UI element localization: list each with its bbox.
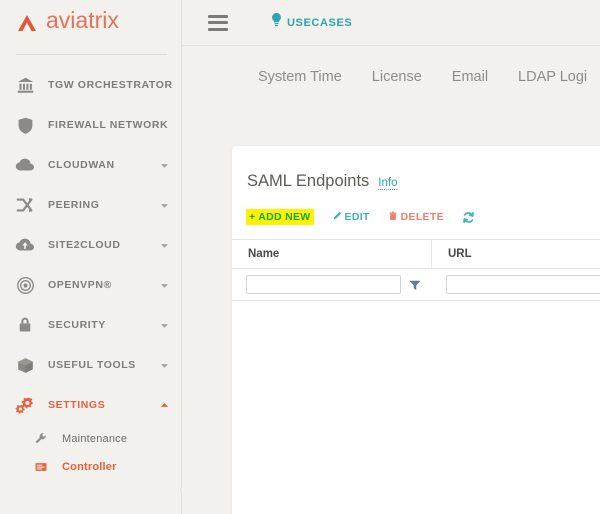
app-root: aviatrix TGW ORCHESTRATOR [0, 0, 600, 514]
trash-icon [388, 211, 398, 224]
box-icon [14, 354, 36, 376]
funnel-icon[interactable] [409, 279, 421, 291]
sidebar-subitem-label: Maintenance [62, 433, 127, 445]
sidebar-item-peering[interactable]: PEERING [0, 185, 181, 225]
table-body [232, 301, 600, 491]
sidebar-item-label: SECURITY [48, 319, 147, 331]
brand-wordmark: aviatrix [46, 8, 164, 39]
shield-icon [14, 114, 36, 136]
target-icon [14, 274, 36, 296]
column-header-url[interactable]: URL [432, 239, 600, 269]
usecases-label: USECASES [287, 17, 352, 29]
filter-cell-url [432, 275, 600, 294]
tab-license[interactable]: License [372, 69, 422, 85]
aviatrix-caret-logo-icon [14, 12, 40, 34]
wrench-icon [32, 430, 50, 448]
sidebar-item-firewall-network[interactable]: FIREWALL NETWORK [0, 105, 181, 145]
sidebar-item-security[interactable]: SECURITY [0, 305, 181, 345]
delete-button-label: DELETE [401, 211, 444, 223]
sidebar-item-tgw-orchestrator[interactable]: TGW ORCHESTRATOR [0, 65, 181, 105]
tab-system-time[interactable]: System Time [258, 69, 342, 85]
column-header-name[interactable]: Name [232, 239, 432, 269]
name-filter-input[interactable] [246, 275, 401, 294]
lightbulb-icon [270, 12, 283, 33]
add-new-button[interactable]: + ADD NEW [246, 209, 314, 225]
sidebar-item-label: SITE2CLOUD [48, 239, 147, 251]
svg-text:aviatrix: aviatrix [46, 8, 119, 33]
edit-button-label: EDIT [345, 211, 370, 223]
table-toolbar: + ADD NEW EDIT [232, 191, 600, 225]
topbar: USECASES [182, 0, 600, 46]
brand-logo[interactable]: aviatrix [0, 0, 181, 46]
edit-button[interactable]: EDIT [332, 211, 370, 224]
chevron-down-icon[interactable] [159, 280, 169, 290]
sidebar-item-openvpn[interactable]: OPENVPN® [0, 265, 181, 305]
cloud-upload-icon [14, 234, 36, 256]
sidebar-subitem-label: Controller [62, 461, 117, 473]
sidebar-item-label: PEERING [48, 199, 147, 211]
sidebar-item-site2cloud[interactable]: SITE2CLOUD [0, 225, 181, 265]
page-title: SAML Endpoints [247, 172, 369, 191]
chevron-down-icon[interactable] [159, 360, 169, 370]
sidebar-item-cloudwan[interactable]: CLOUDWAN [0, 145, 181, 185]
url-filter-input[interactable] [446, 275, 600, 294]
server-list-icon [32, 458, 50, 476]
refresh-icon[interactable] [462, 211, 475, 224]
cloud-icon [14, 154, 36, 176]
sidebar-item-label: FIREWALL NETWORK [48, 119, 168, 131]
filter-cell-name [232, 275, 432, 294]
chevron-down-icon[interactable] [159, 240, 169, 250]
tab-ldap-login[interactable]: LDAP Logi [518, 69, 587, 85]
main-area: USECASES System Time License Email LDAP … [182, 0, 600, 514]
saml-endpoints-table: Name URL [232, 239, 600, 491]
sidebar: aviatrix TGW ORCHESTRATOR [0, 0, 182, 514]
chevron-down-icon[interactable] [159, 160, 169, 170]
tab-bar: System Time License Email LDAP Logi [182, 46, 600, 108]
sidebar-item-label: USEFUL TOOLS [48, 359, 147, 371]
usecases-link[interactable]: USECASES [270, 12, 352, 33]
sidebar-nav: TGW ORCHESTRATOR FIREWALL NETWORK [0, 55, 181, 481]
sidebar-item-label: CLOUDWAN [48, 159, 147, 171]
delete-button[interactable]: DELETE [388, 211, 444, 224]
saml-endpoints-card: SAML Endpoints Info + ADD NEW EDIT [232, 146, 600, 514]
sidebar-item-label: OPENVPN® [48, 279, 147, 291]
pencil-icon [332, 211, 342, 224]
sidebar-item-useful-tools[interactable]: USEFUL TOOLS [0, 345, 181, 385]
info-link[interactable]: Info [378, 177, 397, 190]
tab-email[interactable]: Email [452, 69, 488, 85]
chevron-down-icon[interactable] [159, 320, 169, 330]
gears-icon [14, 394, 36, 416]
table-header-row: Name URL [232, 239, 600, 269]
hamburger-icon[interactable] [208, 15, 228, 31]
table-filter-row [232, 269, 600, 301]
sidebar-subitem-maintenance[interactable]: Maintenance [0, 425, 181, 453]
bank-icon [14, 74, 36, 96]
sidebar-item-settings[interactable]: SETTINGS [0, 385, 181, 425]
sidebar-item-label: SETTINGS [48, 399, 147, 411]
shuffle-icon [14, 194, 36, 216]
chevron-up-icon[interactable] [159, 400, 169, 410]
lock-icon [14, 314, 36, 336]
chevron-down-icon[interactable] [159, 200, 169, 210]
card-header: SAML Endpoints Info [232, 146, 600, 191]
sidebar-item-label: TGW ORCHESTRATOR [48, 79, 173, 91]
sidebar-subitem-controller[interactable]: Controller [0, 453, 181, 481]
